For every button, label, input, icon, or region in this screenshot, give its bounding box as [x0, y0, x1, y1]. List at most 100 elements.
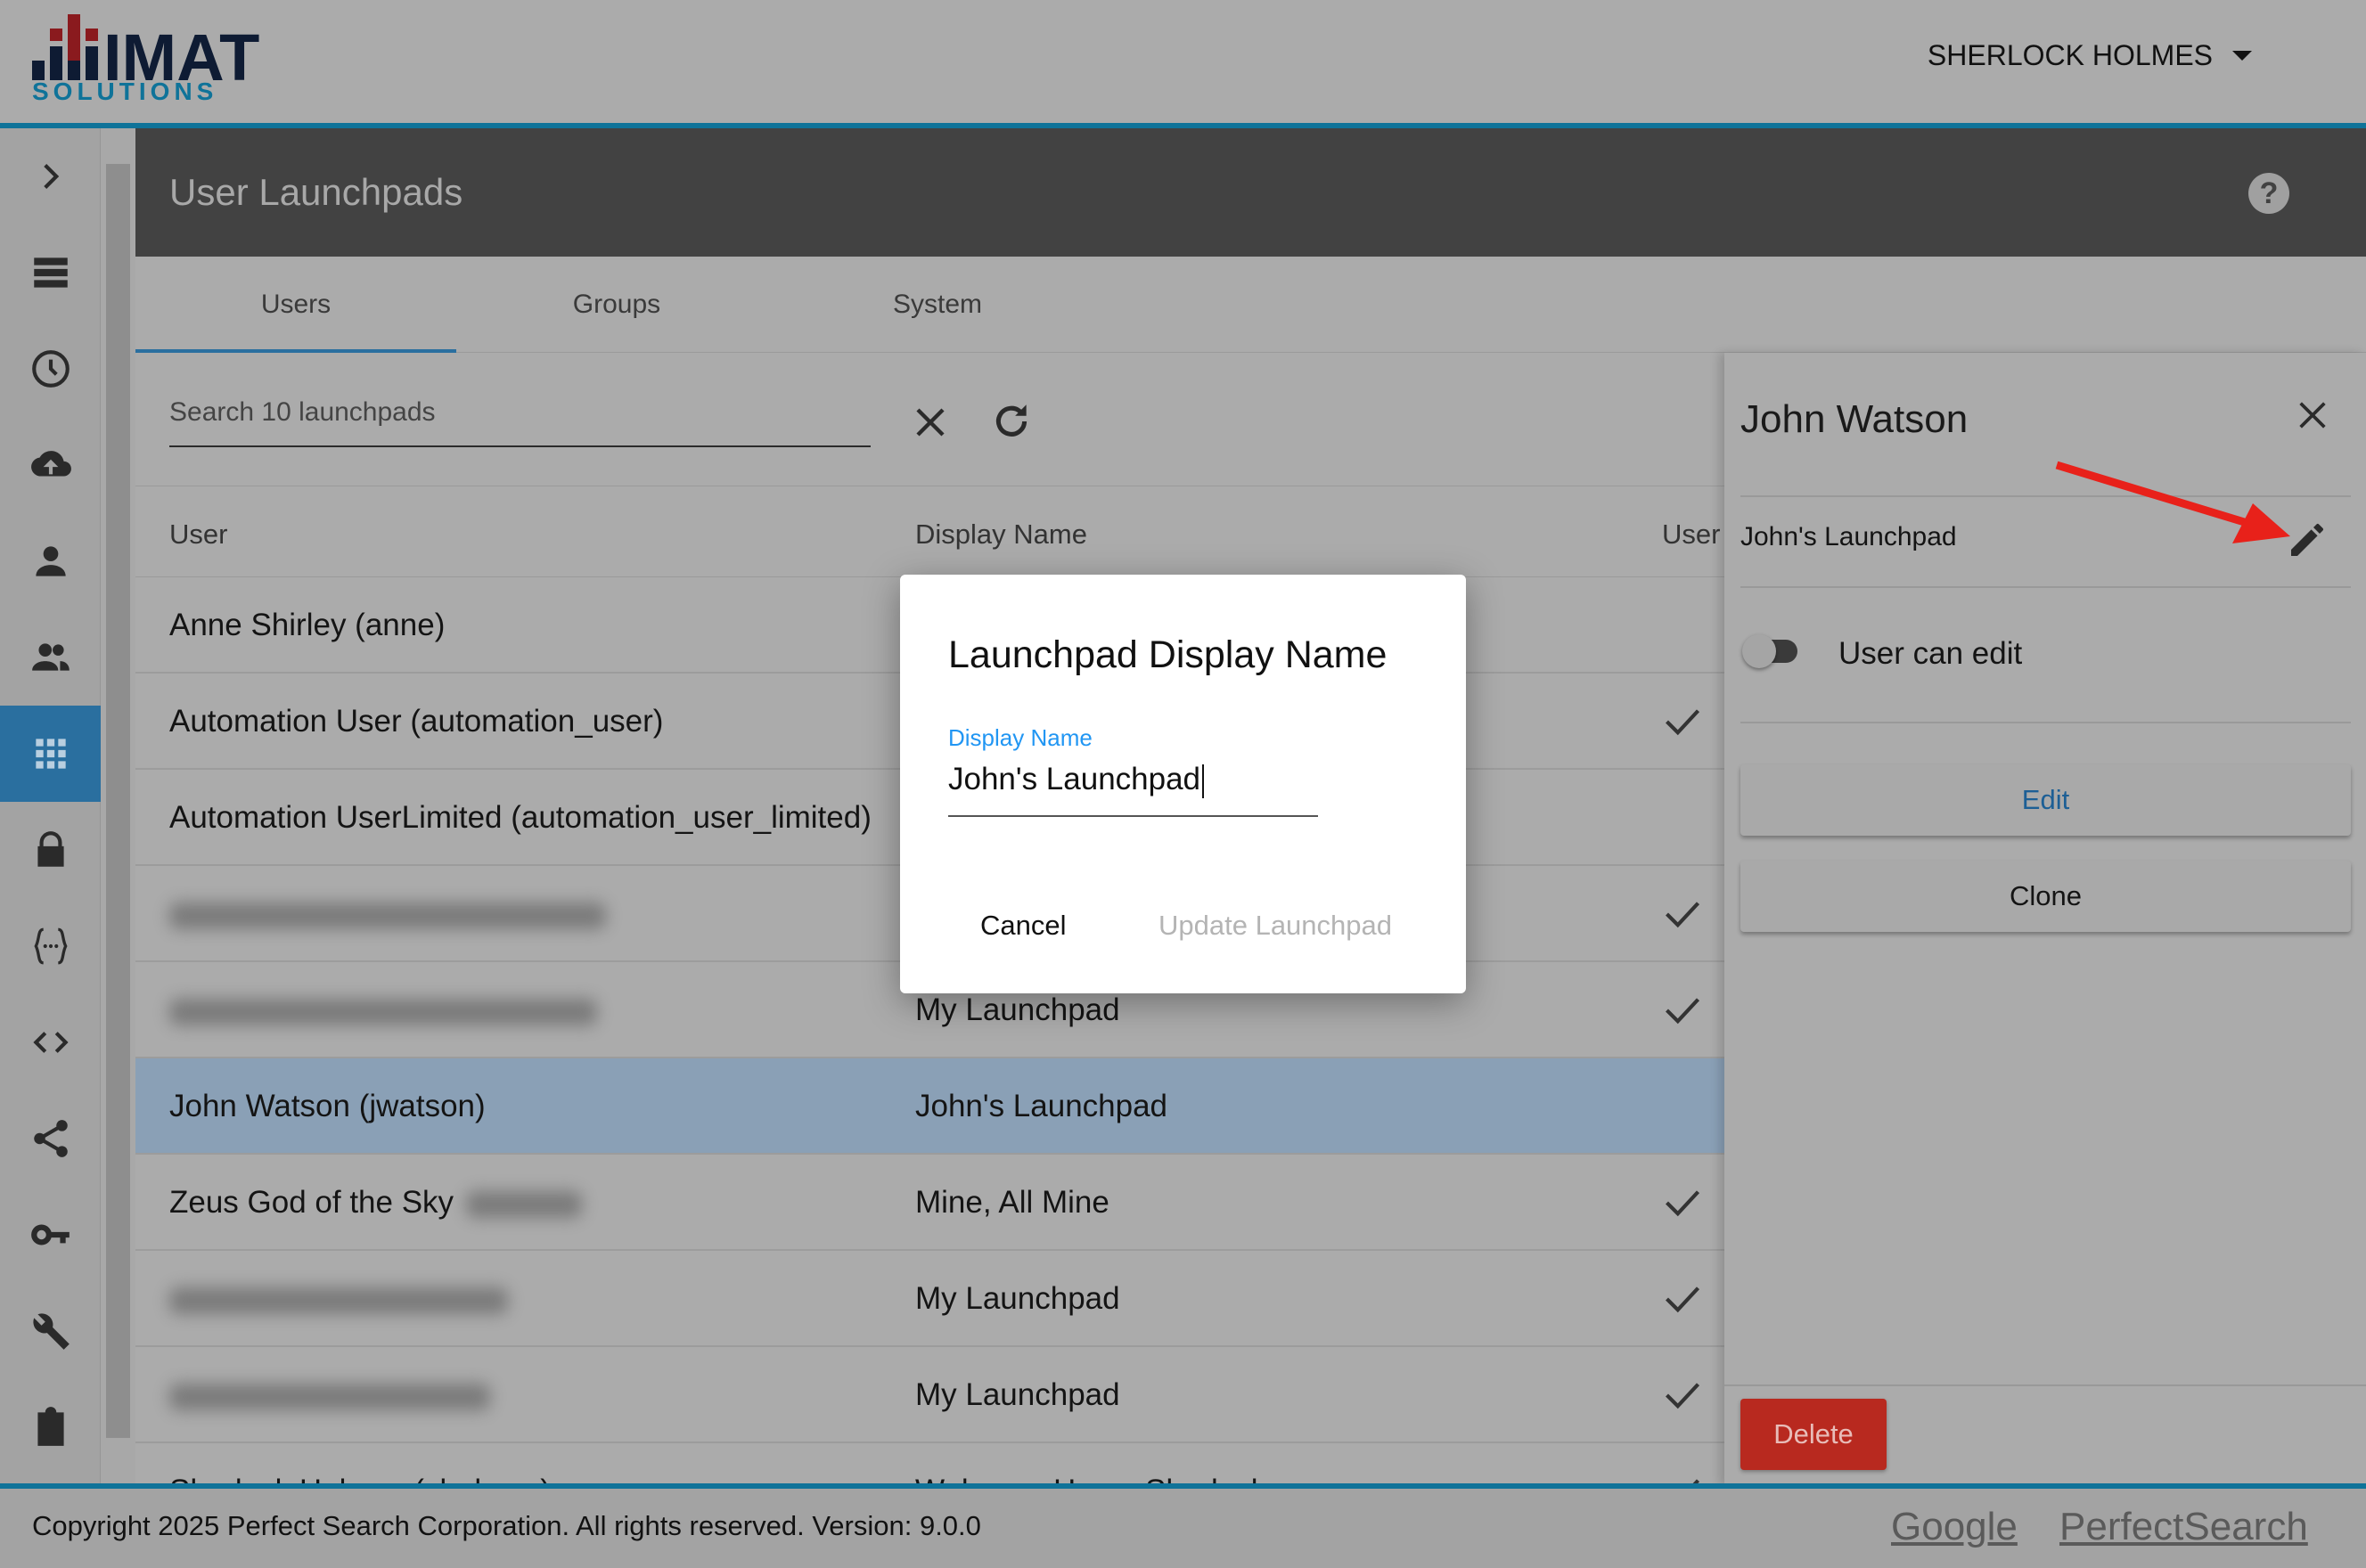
lock-icon — [37, 831, 64, 867]
braces-icon — [33, 927, 68, 965]
cell-user: Zeus God of the Sky — [169, 1185, 583, 1221]
cell-display-name: Mine, All Mine — [915, 1185, 1109, 1220]
table-row[interactable]: Sherlock Holmes (sholmes)Welcome Home Sh… — [135, 1443, 1724, 1486]
update-launchpad-button[interactable]: Update Launchpad — [1141, 902, 1410, 949]
cell-user: John Watson (jwatson) — [169, 1089, 486, 1124]
person-icon — [35, 546, 66, 576]
refresh-icon[interactable] — [989, 399, 1034, 444]
sidebar-item-list[interactable] — [0, 225, 101, 321]
footer: Copyright 2025 Perfect Search Corporatio… — [0, 1489, 2366, 1568]
tab-bar: Users Groups System — [135, 257, 2366, 353]
cell-user — [169, 896, 606, 932]
user-text: John Watson (jwatson) — [169, 1089, 486, 1123]
perfectsearch-link[interactable]: PerfectSearch — [2059, 1505, 2308, 1549]
user-text: Automation UserLimited (automation_user_… — [169, 800, 872, 835]
delete-button[interactable]: Delete — [1740, 1399, 1887, 1470]
header-display-name[interactable]: Display Name — [915, 519, 1087, 551]
clear-search-icon[interactable] — [909, 401, 952, 444]
copyright-text: Copyright 2025 Perfect Search Corporatio… — [32, 1510, 981, 1541]
display-name-label: Display Name — [948, 724, 1093, 751]
text-cursor — [1202, 764, 1205, 798]
sidebar-item-history[interactable] — [0, 321, 101, 417]
divider — [1740, 586, 2351, 588]
check-icon — [1666, 1190, 1700, 1217]
user-text: Zeus God of the Sky — [169, 1185, 454, 1220]
table-row[interactable]: Zeus God of the Sky Mine, All Mine — [135, 1155, 1724, 1251]
toggle-label: User can edit — [1838, 636, 2023, 671]
tab-system[interactable]: System — [777, 257, 1098, 353]
check-icon — [1666, 902, 1700, 928]
table-row[interactable]: My Launchpad — [135, 1347, 1724, 1443]
share-icon — [33, 1120, 68, 1157]
search-input[interactable]: Search 10 launchpads — [169, 392, 871, 447]
display-name-dialog: Launchpad Display Name Display Name John… — [900, 575, 1466, 993]
cancel-button[interactable]: Cancel — [962, 902, 1085, 949]
clone-button[interactable]: Clone — [1740, 861, 2351, 932]
user-name: SHERLOCK HOLMES — [1927, 39, 2213, 71]
check-icon — [1666, 1286, 1700, 1313]
table-row[interactable]: My Launchpad — [135, 1251, 1724, 1347]
page-title-bar: User Launchpads ? — [135, 128, 2366, 257]
sidebar-item-share[interactable] — [0, 1090, 101, 1187]
user-can-edit-toggle[interactable] — [1742, 634, 1797, 668]
code-icon — [32, 1032, 69, 1053]
header-user-can-edit[interactable]: User can edit — [1662, 519, 1724, 551]
divider — [1740, 722, 2351, 723]
list-icon — [33, 257, 68, 288]
sidebar-item-tools[interactable] — [0, 1283, 101, 1379]
panel-title: John Watson — [1740, 397, 1969, 441]
user-text: Anne Shirley (anne) — [169, 608, 446, 642]
expand-sidebar-button[interactable] — [0, 128, 101, 225]
table-row[interactable]: John Watson (jwatson) John's Launchpad — [135, 1058, 1724, 1155]
sidebar-item-variables[interactable] — [0, 898, 101, 994]
redacted-text — [169, 1383, 490, 1410]
user-menu[interactable]: SHERLOCK HOLMES — [1928, 39, 2252, 72]
header-user[interactable]: User — [169, 519, 227, 551]
input-value: John's Launchpad — [948, 762, 1201, 796]
check-icon — [1666, 998, 1700, 1025]
tab-users[interactable]: Users — [135, 257, 456, 353]
sidebar-item-upload[interactable] — [0, 417, 101, 513]
sidebar — [0, 128, 101, 1486]
caret-down-icon — [2232, 51, 2252, 61]
top-header: IMAT SOLUTIONS SHERLOCK HOLMES — [0, 0, 2366, 125]
check-icon — [1666, 1383, 1700, 1409]
tab-groups[interactable]: Groups — [456, 257, 777, 353]
redacted-text — [169, 902, 606, 929]
sidebar-item-launchpads[interactable] — [0, 706, 101, 802]
cell-user — [169, 1281, 508, 1317]
sidebar-item-code[interactable] — [0, 994, 101, 1090]
redacted-text — [169, 998, 597, 1025]
key-icon — [30, 1224, 70, 1245]
chevron-right-icon — [43, 164, 59, 189]
sidebar-item-keys[interactable] — [0, 1187, 101, 1283]
sidebar-item-security[interactable] — [0, 802, 101, 898]
imat-solutions-logo: IMAT SOLUTIONS — [32, 14, 259, 102]
clipboard-check-icon — [37, 1407, 64, 1446]
sidebar-item-groups[interactable] — [0, 609, 101, 706]
user-text: Automation User (automation_user) — [169, 704, 664, 739]
clock-icon — [31, 350, 70, 388]
divider — [1724, 1384, 2366, 1386]
redacted-text — [466, 1190, 583, 1218]
svg-text:SOLUTIONS: SOLUTIONS — [32, 78, 217, 102]
cell-display-name: John's Launchpad — [915, 1089, 1168, 1123]
scrollbar-thumb[interactable] — [106, 164, 130, 1438]
wrench-icon — [32, 1313, 70, 1350]
sidebar-item-user[interactable] — [0, 513, 101, 609]
display-name-input[interactable]: John's Launchpad — [948, 753, 1318, 817]
help-icon[interactable]: ? — [2248, 173, 2289, 214]
cell-user — [169, 992, 597, 1028]
table-header: User Display Name User can edit — [135, 486, 1724, 577]
edit-button[interactable]: Edit — [1740, 764, 2351, 836]
sidebar-item-tasks[interactable] — [0, 1379, 101, 1475]
google-link[interactable]: Google — [1891, 1505, 2018, 1549]
close-icon[interactable] — [2295, 397, 2330, 433]
dialog-title: Launchpad Display Name — [948, 633, 1388, 676]
redacted-text — [169, 1286, 508, 1314]
cell-display-name: My Launchpad — [915, 992, 1120, 1027]
toggle-knob — [1742, 634, 1776, 668]
sidebar-scrollbar[interactable] — [101, 128, 135, 1486]
red-arrow-annotation — [2055, 461, 2290, 543]
group-icon — [31, 643, 70, 671]
